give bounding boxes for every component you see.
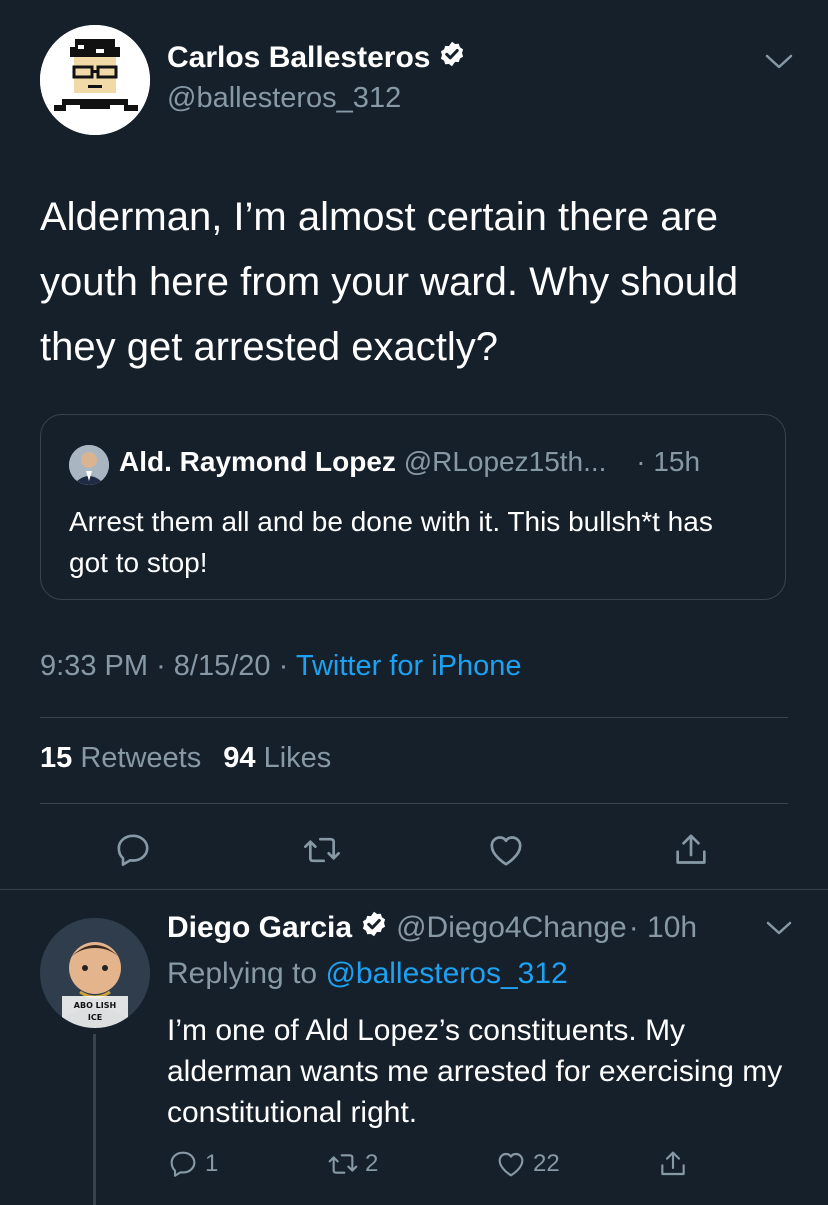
like-button[interactable] (484, 828, 528, 872)
divider (40, 803, 788, 804)
retweets-count: 15 (40, 742, 73, 774)
replying-to-handle-link[interactable]: @ballesteros_312 (325, 957, 567, 990)
engagement-stats: 15 Retweets 94 Likes (40, 742, 331, 775)
quoted-tweet-age: · 15h (636, 446, 701, 477)
share-icon (661, 1151, 685, 1176)
quoted-tweet-text: Arrest them all and be done with it. Thi… (69, 506, 713, 578)
reply-like-button[interactable]: 22 (495, 1148, 560, 1180)
avatar-sign-line-2: ICE (88, 1013, 102, 1022)
retweet-icon (328, 1154, 358, 1174)
meta-separator: · (278, 650, 289, 682)
share-button[interactable] (669, 828, 713, 872)
meta-separator: · (156, 650, 166, 682)
reply-icon (170, 1151, 196, 1177)
photo-avatar-image: ABO LISH ICE (40, 918, 150, 1028)
likes-count: 94 (223, 742, 256, 774)
retweets-label: Retweets (80, 742, 202, 774)
reply-age: · 10h (628, 911, 698, 944)
chevron-down-icon[interactable] (762, 46, 796, 76)
reply-icon (117, 834, 149, 866)
likes-label: Likes (263, 742, 332, 774)
tweet-date: 8/15/20 (173, 650, 271, 682)
quoted-tweet-header: Ald. Raymond Lopez @RLopez15th... · 15h (119, 446, 700, 478)
reply-author-handle[interactable]: @Diego4Change (396, 911, 627, 945)
retweet-icon (304, 837, 340, 863)
reply-share-button[interactable] (657, 1148, 689, 1180)
like-icon (498, 1152, 524, 1177)
reply-header: Diego Garcia @Diego4Change · 10h (167, 910, 697, 946)
reply-text: I’m one of Ald Lopez’s constituents. My … (167, 1014, 783, 1129)
tweet-time: 9:33 PM (40, 650, 148, 682)
chevron-down-icon[interactable] (762, 913, 796, 943)
quoted-author-avatar (69, 445, 109, 485)
reply-author-avatar[interactable]: ABO LISH ICE (40, 918, 150, 1028)
share-icon (676, 834, 706, 864)
author-handle[interactable]: @ballesteros_312 (167, 82, 401, 115)
thread-connector-line (93, 1034, 96, 1205)
quoted-author-name: Ald. Raymond Lopez (119, 446, 396, 477)
divider (0, 889, 828, 890)
retweet-count: 2 (365, 1150, 379, 1177)
reply-retweet-button[interactable]: 2 (327, 1148, 378, 1180)
divider (40, 717, 788, 718)
author-avatar[interactable] (40, 25, 150, 135)
verified-badge-icon (360, 910, 388, 946)
avatar-sign-line-1: ABO LISH (74, 1001, 116, 1010)
tweet-source-link[interactable]: Twitter for iPhone (296, 650, 522, 682)
reply-reply-button[interactable]: 1 (167, 1148, 218, 1180)
author-name-row: Carlos Ballesteros (167, 40, 466, 76)
verified-badge-icon (438, 40, 466, 76)
retweet-button[interactable] (300, 828, 344, 872)
pixel-avatar-image (40, 25, 150, 135)
like-icon (490, 836, 522, 866)
tweet-meta: 9:33 PM · 8/15/20 · Twitter for iPhone (40, 650, 522, 683)
retweets-stat[interactable]: 15 Retweets (40, 742, 201, 774)
likes-stat[interactable]: 94 Likes (223, 742, 331, 774)
like-count: 22 (533, 1150, 560, 1177)
quoted-tweet-card[interactable]: Ald. Raymond Lopez @RLopez15th... · 15h … (40, 414, 786, 600)
replying-to: Replying to @ballesteros_312 (167, 957, 568, 991)
reply-button[interactable] (111, 828, 155, 872)
quoted-author-handle: @RLopez15th... (403, 446, 607, 477)
reply-author-name[interactable]: Diego Garcia (167, 911, 352, 945)
reply-count: 1 (205, 1150, 219, 1177)
author-name[interactable]: Carlos Ballesteros (167, 41, 430, 75)
tweet-text: Alderman, I’m almost certain there are y… (40, 195, 739, 369)
replying-prefix: Replying to (167, 957, 318, 990)
